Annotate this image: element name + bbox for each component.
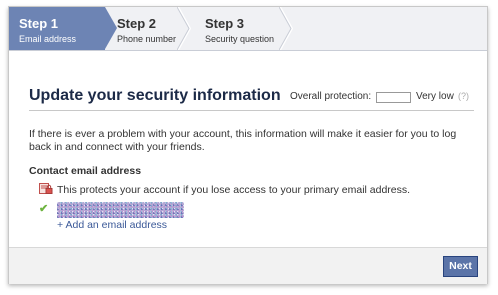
help-link[interactable]: (?) [458, 91, 469, 101]
intro-text: If there is ever a problem with your acc… [29, 128, 457, 153]
step-1: Step 1 Email address [9, 7, 105, 50]
step-bar: Step 1 Email address Step 2 Phone number… [9, 7, 487, 51]
protection-level: Very low [416, 91, 454, 102]
step-2: Step 2 Phone number [117, 7, 187, 50]
email-redacted [57, 202, 184, 218]
security-dialog: Step 1 Email address Step 2 Phone number… [8, 6, 488, 284]
step-2-sub: Phone number [117, 34, 177, 44]
protect-note: This protects your account if you lose a… [57, 184, 411, 196]
next-button[interactable]: Next [443, 256, 478, 277]
step-3: Step 3 Security question [205, 7, 285, 50]
step-3-label: Step 3 [205, 16, 245, 31]
divider [29, 110, 474, 111]
section-title: Contact email address [29, 165, 142, 177]
protection-meter [376, 92, 411, 103]
lock-icon [39, 183, 53, 194]
step-1-chevron [105, 7, 117, 49]
add-email-link[interactable]: + Add an email address [57, 219, 167, 231]
step-1-label: Step 1 [19, 16, 59, 31]
dialog-footer: Next [9, 247, 487, 284]
step-3-sub: Security question [205, 34, 275, 44]
checkmark-icon: ✔ [39, 203, 49, 215]
step-2-label: Step 2 [117, 16, 157, 31]
protection-label: Overall protection: [290, 91, 372, 102]
step-1-sub: Email address [19, 34, 77, 44]
page-title: Update your security information [29, 87, 281, 104]
